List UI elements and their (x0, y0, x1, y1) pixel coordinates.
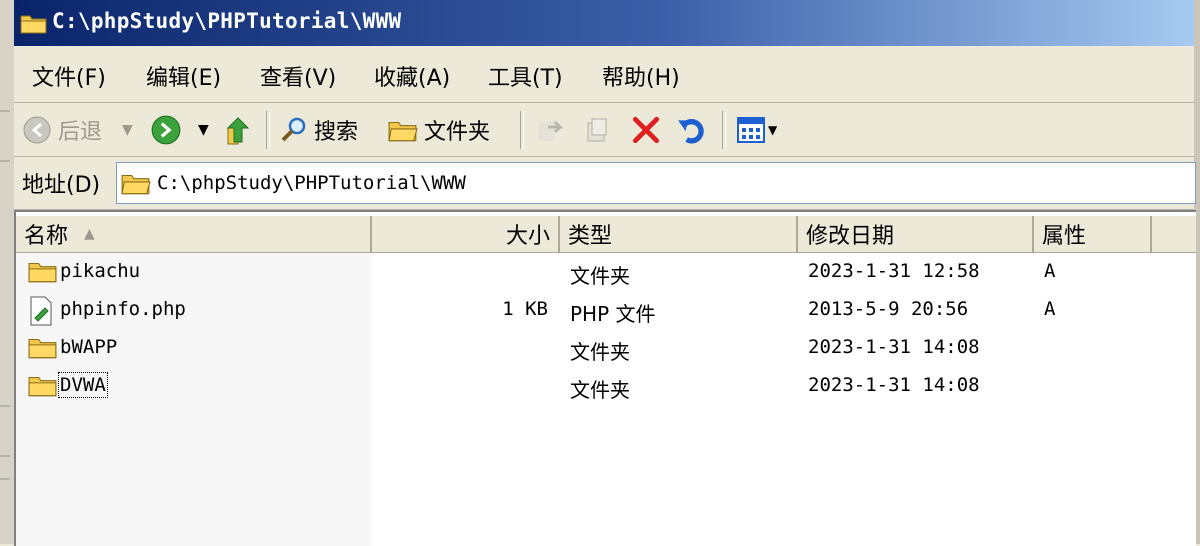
file-size: 1 KB (502, 298, 548, 320)
copy-to-button[interactable] (582, 103, 612, 156)
undo-button[interactable] (676, 103, 708, 156)
file-modified: 2023-1-31 14:08 (808, 374, 980, 396)
folders-label: 文件夹 (424, 119, 491, 145)
address-path: C:\phpStudy\PHPTutorial\WWW (157, 172, 466, 194)
file-modified: 2013-5-9 20:56 (808, 298, 969, 320)
php-file-icon (28, 296, 54, 330)
move-to-icon (538, 120, 564, 141)
column-type[interactable]: 类型 (560, 216, 798, 252)
forward-button[interactable] (150, 103, 182, 156)
column-size[interactable]: 大小 (372, 216, 560, 252)
menu-favorites[interactable]: 收藏(A) (374, 60, 450, 92)
menu-help[interactable]: 帮助(H) (602, 60, 680, 92)
back-dropdown[interactable]: ▼ (122, 103, 133, 156)
menu-edit[interactable]: 编辑(E) (146, 60, 221, 92)
file-list[interactable]: 名称 ▲ 大小 类型 修改日期 属性 pikachu 文件夹 2023-1-31… (14, 210, 1196, 546)
file-name: phpinfo.php (60, 298, 186, 320)
column-type-label: 类型 (568, 224, 613, 249)
forward-arrow-icon (151, 115, 181, 144)
undo-icon (678, 118, 704, 144)
file-type: 文件夹 (570, 264, 630, 288)
column-modified-label: 修改日期 (806, 224, 895, 249)
forward-dropdown[interactable]: ▼ (198, 103, 209, 156)
folder-icon (20, 12, 48, 38)
column-extra[interactable] (1152, 216, 1196, 252)
column-modified[interactable]: 修改日期 (798, 216, 1034, 252)
dropdown-arrow-icon: ▼ (198, 121, 209, 138)
views-grid-icon (737, 116, 765, 143)
delete-x-icon (632, 116, 660, 143)
address-input[interactable]: C:\phpStudy\PHPTutorial\WWW (116, 162, 1196, 204)
address-bar: 地址(D) C:\phpStudy\PHPTutorial\WWW (14, 157, 1196, 210)
up-folder-icon (226, 116, 250, 144)
copy-to-icon (587, 118, 607, 141)
menu-tools[interactable]: 工具(T) (488, 60, 563, 92)
file-type: PHP 文件 (570, 302, 656, 326)
toolbar: 后退 ▼ ▼ 搜索 文件夹 ▼ (14, 103, 1194, 157)
column-header: 名称 ▲ 大小 类型 修改日期 属性 (16, 216, 1196, 253)
menu-file[interactable]: 文件(F) (32, 60, 106, 92)
explorer-window: C:\phpStudy\PHPTutorial\WWW 文件(F) 编辑(E) … (14, 0, 1196, 546)
file-type: 文件夹 (570, 340, 630, 364)
folder-icon (121, 170, 151, 200)
move-to-button[interactable] (534, 103, 564, 156)
list-item[interactable]: DVWA 文件夹 2023-1-31 14:08 (16, 368, 1196, 406)
dropdown-arrow-icon: ▼ (768, 122, 778, 137)
search-label: 搜索 (314, 119, 359, 145)
column-name[interactable]: 名称 ▲ (16, 216, 372, 252)
background-window-edge (0, 0, 15, 544)
folder-icon (388, 121, 418, 141)
file-attr: A (1044, 298, 1056, 320)
column-attributes[interactable]: 属性 (1034, 216, 1152, 252)
window-title: C:\phpStudy\PHPTutorial\WWW (52, 9, 402, 33)
title-bar[interactable]: C:\phpStudy\PHPTutorial\WWW (14, 0, 1194, 46)
file-type: 文件夹 (570, 378, 630, 402)
list-item[interactable]: bWAPP 文件夹 2023-1-31 14:08 (16, 330, 1196, 368)
file-modified: 2023-1-31 12:58 (808, 260, 980, 282)
search-button[interactable]: 搜索 (280, 103, 358, 156)
menu-view[interactable]: 查看(V) (260, 60, 336, 92)
back-label: 后退 (58, 119, 103, 145)
column-name-label: 名称 (24, 224, 69, 249)
file-modified: 2023-1-31 14:08 (808, 336, 980, 358)
address-label: 地址(D) (22, 173, 101, 198)
search-icon (281, 117, 306, 141)
folder-icon (28, 258, 58, 288)
delete-button[interactable] (630, 103, 662, 156)
sort-ascending-icon: ▲ (84, 226, 95, 242)
column-attributes-label: 属性 (1042, 224, 1087, 249)
folders-button[interactable]: 文件夹 (388, 103, 490, 156)
file-name: bWAPP (60, 336, 118, 358)
column-size-label: 大小 (505, 224, 550, 249)
list-item[interactable]: phpinfo.php 1 KB PHP 文件 2013-5-9 20:56 A (16, 292, 1196, 330)
file-name: pikachu (60, 260, 141, 282)
back-button[interactable]: 后退 (22, 103, 102, 156)
list-item[interactable]: pikachu 文件夹 2023-1-31 12:58 A (16, 254, 1196, 292)
file-name: DVWA (58, 372, 108, 398)
folder-icon (28, 372, 58, 402)
dropdown-arrow-icon: ▼ (122, 121, 133, 138)
file-attr: A (1044, 260, 1056, 282)
up-folder-button[interactable] (224, 103, 254, 156)
menu-bar: 文件(F) 编辑(E) 查看(V) 收藏(A) 工具(T) 帮助(H) (14, 46, 1194, 103)
back-arrow-icon (23, 116, 51, 143)
views-button[interactable]: ▼ (736, 103, 777, 156)
folder-icon (28, 334, 58, 364)
